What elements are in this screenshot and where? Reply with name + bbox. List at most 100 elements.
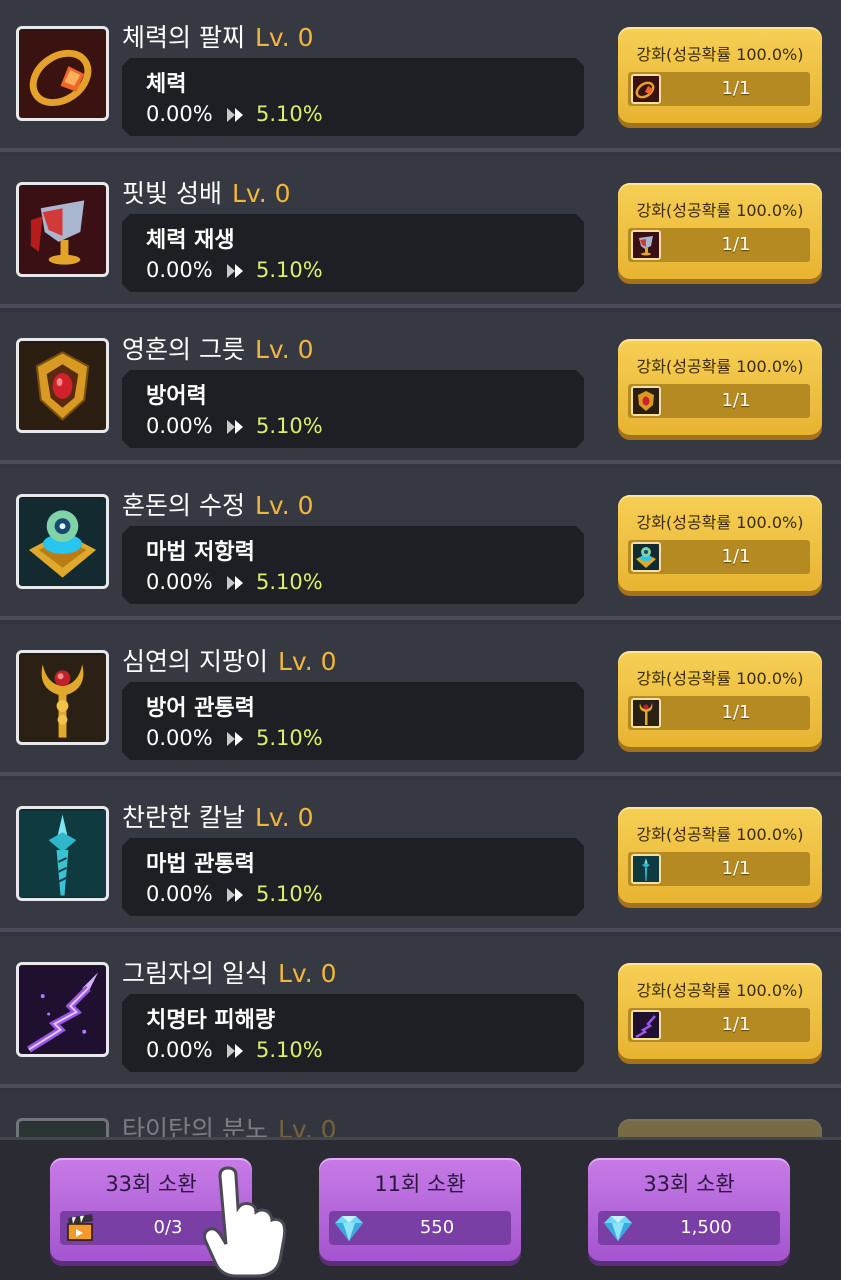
tap-hand-icon bbox=[202, 1166, 287, 1278]
summon-label: 33회 소환 bbox=[643, 1172, 735, 1196]
summon-33-button[interactable]: 33회 소환 1,500 bbox=[588, 1158, 790, 1261]
blade-icon bbox=[631, 854, 661, 884]
relic-title: 영혼의 그릇 Lv. 0 bbox=[122, 335, 314, 364]
stat-panel: 방어 관통력 0.00% 5.10% bbox=[122, 682, 584, 760]
stat-name: 체력 bbox=[146, 72, 187, 97]
relic-title: 그림자의 일식 Lv. 0 bbox=[122, 959, 337, 988]
stat-panel: 마법 관통력 0.00% 5.10% bbox=[122, 838, 584, 916]
upgrade-count: 1/1 bbox=[721, 234, 751, 255]
stat-panel: 치명타 피해량 0.00% 5.10% bbox=[122, 994, 584, 1072]
relic-title: 혼돈의 수정 Lv. 0 bbox=[122, 491, 314, 520]
stat-name: 방어 관통력 bbox=[146, 696, 255, 721]
stat-name: 마법 저항력 bbox=[146, 540, 255, 565]
stat-next: 5.10% bbox=[256, 1038, 323, 1062]
ring-icon bbox=[16, 26, 109, 121]
arrow-right-icon bbox=[227, 264, 243, 278]
stat-next: 5.10% bbox=[256, 414, 323, 438]
stat-next: 5.10% bbox=[256, 102, 323, 126]
relic-row: 심연의 지팡이 Lv. 0 방어 관통력 0.00% 5.10% 강화(성공확률 … bbox=[0, 624, 841, 776]
upgrade-label: 강화(성공확률 100.0%) bbox=[636, 825, 804, 844]
stat-name: 치명타 피해량 bbox=[146, 1008, 276, 1033]
stat-panel: 체력 0.00% 5.10% bbox=[122, 58, 584, 136]
relic-row: 체력의 팔찌 Lv. 0 체력 0.00% 5.10% 강화(성공확률 100.0… bbox=[0, 0, 841, 152]
relic-title: 타이탄의 분노 Lv. 0 bbox=[122, 1115, 337, 1137]
stat-current: 0.00% bbox=[146, 258, 213, 282]
relic-title: 핏빛 성배 Lv. 0 bbox=[122, 179, 291, 208]
summon-cost-bar: 1,500 bbox=[598, 1211, 780, 1245]
upgrade-count: 1/1 bbox=[721, 858, 751, 879]
arrow-right-icon bbox=[227, 108, 243, 122]
chalice-icon bbox=[631, 230, 661, 260]
stat-current: 0.00% bbox=[146, 1038, 213, 1062]
chalice-icon bbox=[16, 182, 109, 277]
summon-cost-bar: 550 bbox=[329, 1211, 511, 1245]
relic-row: 타이탄의 분노 Lv. 0 bbox=[0, 1092, 841, 1137]
summon-cost: 550 bbox=[419, 1217, 455, 1238]
upgrade-count: 1/1 bbox=[721, 546, 751, 567]
stat-current: 0.00% bbox=[146, 882, 213, 906]
upgrade-count: 1/1 bbox=[721, 78, 751, 99]
summon-cost: 1,500 bbox=[680, 1217, 732, 1238]
stat-current: 0.00% bbox=[146, 570, 213, 594]
summon-footer: 33회 소환 0/3 11회 소환 550 33회 소환 1,500 bbox=[0, 1137, 841, 1280]
stat-next: 5.10% bbox=[256, 882, 323, 906]
summon-label: 11회 소환 bbox=[374, 1172, 466, 1196]
stat-current: 0.00% bbox=[146, 102, 213, 126]
upgrade-count: 1/1 bbox=[721, 390, 751, 411]
upgrade-label: 강화(성공확률 100.0%) bbox=[636, 669, 804, 688]
staff-icon bbox=[16, 650, 109, 745]
upgrade-button[interactable]: 강화(성공확률 100.0%) 1/1 bbox=[618, 963, 822, 1059]
relic-row: 핏빛 성배 Lv. 0 체력 재생 0.00% 5.10% 강화(성공확률 100… bbox=[0, 156, 841, 308]
relic-row: 영혼의 그릇 Lv. 0 방어력 0.00% 5.10% 강화(성공확률 100.… bbox=[0, 312, 841, 464]
relic-title: 찬란한 칼날 Lv. 0 bbox=[122, 803, 314, 832]
upgrade-bar: 1/1 bbox=[628, 1008, 810, 1042]
upgrade-bar: 1/1 bbox=[628, 540, 810, 574]
stat-panel: 마법 저항력 0.00% 5.10% bbox=[122, 526, 584, 604]
upgrade-label: 강화(성공확률 100.0%) bbox=[636, 981, 804, 1000]
upgrade-button[interactable]: 강화(성공확률 100.0%) 1/1 bbox=[618, 339, 822, 435]
crystal-icon bbox=[631, 542, 661, 572]
relic-row: 찬란한 칼날 Lv. 0 마법 관통력 0.00% 5.10% 강화(성공확률 1… bbox=[0, 780, 841, 932]
stat-next: 5.10% bbox=[256, 726, 323, 750]
relic-row: 그림자의 일식 Lv. 0 치명타 피해량 0.00% 5.10% 강화(성공확률… bbox=[0, 936, 841, 1088]
stat-current: 0.00% bbox=[146, 414, 213, 438]
relic-row: 혼돈의 수정 Lv. 0 마법 저항력 0.00% 5.10% 강화(성공확률 1… bbox=[0, 468, 841, 620]
stat-panel: 체력 재생 0.00% 5.10% bbox=[122, 214, 584, 292]
summon-11-button[interactable]: 11회 소환 550 bbox=[319, 1158, 521, 1261]
upgrade-button[interactable]: 강화(성공확률 100.0%) 1/1 bbox=[618, 495, 822, 591]
shadow-spear-icon bbox=[631, 1010, 661, 1040]
video-clapper-icon bbox=[67, 1214, 93, 1241]
titan-icon bbox=[16, 1118, 109, 1137]
arrow-right-icon bbox=[227, 1044, 243, 1058]
upgrade-label: 강화(성공확률 100.0%) bbox=[636, 513, 804, 532]
upgrade-button[interactable]: 강화(성공확률 100.0%) 1/1 bbox=[618, 27, 822, 123]
upgrade-count: 1/1 bbox=[721, 1014, 751, 1035]
upgrade-bar: 1/1 bbox=[628, 696, 810, 730]
blade-icon bbox=[16, 806, 109, 901]
upgrade-label: 강화(성공확률 100.0%) bbox=[636, 357, 804, 376]
upgrade-button[interactable]: 강화(성공확률 100.0%) 1/1 bbox=[618, 183, 822, 279]
upgrade-button[interactable]: 강화(성공확률 100.0%) 1/1 bbox=[618, 807, 822, 903]
stat-panel: 방어력 0.00% 5.10% bbox=[122, 370, 584, 448]
upgrade-label: 강화(성공확률 100.0%) bbox=[636, 201, 804, 220]
stat-name: 방어력 bbox=[146, 384, 207, 409]
arrow-right-icon bbox=[227, 576, 243, 590]
diamond-icon bbox=[604, 1216, 632, 1241]
stat-name: 마법 관통력 bbox=[146, 852, 255, 877]
relic-title: 심연의 지팡이 Lv. 0 bbox=[122, 647, 337, 676]
relic-list: 체력의 팔찌 Lv. 0 체력 0.00% 5.10% 강화(성공확률 100.0… bbox=[0, 0, 841, 1137]
arrow-right-icon bbox=[227, 420, 243, 434]
upgrade-label: 강화(성공확률 100.0%) bbox=[636, 45, 804, 64]
upgrade-bar: 1/1 bbox=[628, 852, 810, 886]
stat-next: 5.10% bbox=[256, 570, 323, 594]
upgrade-button[interactable] bbox=[618, 1119, 822, 1137]
relic-title: 체력의 팔찌 Lv. 0 bbox=[122, 23, 314, 52]
amulet-icon bbox=[631, 386, 661, 416]
amulet-icon bbox=[16, 338, 109, 433]
arrow-right-icon bbox=[227, 732, 243, 746]
arrow-right-icon bbox=[227, 888, 243, 902]
upgrade-bar: 1/1 bbox=[628, 72, 810, 106]
upgrade-button[interactable]: 강화(성공확률 100.0%) 1/1 bbox=[618, 651, 822, 747]
diamond-icon bbox=[335, 1216, 363, 1241]
crystal-icon bbox=[16, 494, 109, 589]
